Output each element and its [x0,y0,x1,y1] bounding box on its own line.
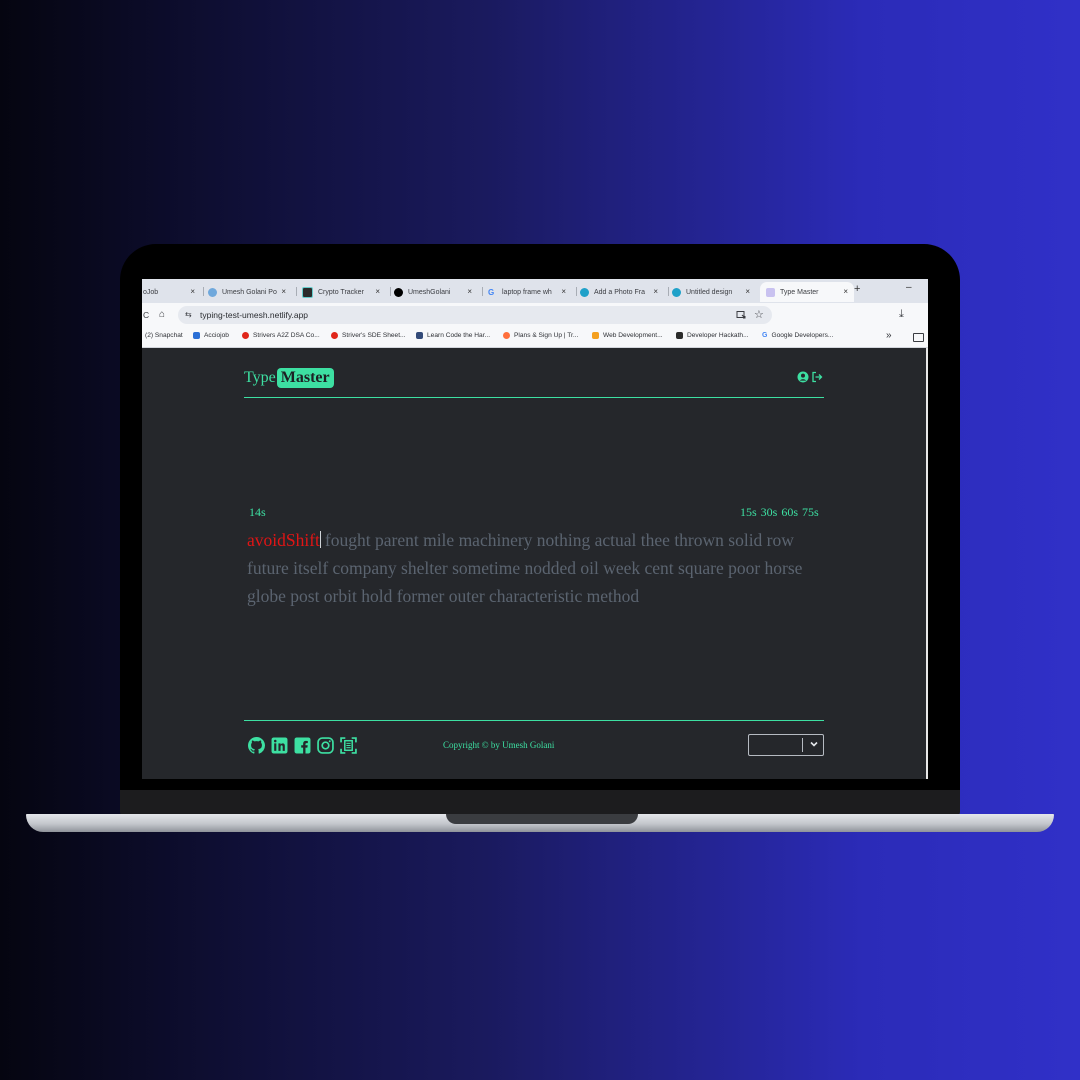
scan-icon[interactable] [340,737,357,754]
tab-separator [576,287,577,296]
google-icon: G [762,332,768,339]
time-mode-30s[interactable]: 30s [761,505,778,520]
bookmark-web-development[interactable]: Web Development... [592,332,663,339]
time-mode-selector: 15s 30s 60s 75s [740,505,819,520]
tab-strip: oJob × Umesh Golani Po × Crypto Tracker … [142,279,928,303]
user-icon [208,287,217,297]
home-icon[interactable]: ⌂ [159,309,165,320]
address-bar-row: C ⌂ ⇆ typing-test-umesh.netlify.app ☆ ⤓ [142,303,928,342]
url-text[interactable]: typing-test-umesh.netlify.app [200,310,308,320]
bookmarks-bar: (2) Snapchat Acciojob Strivers A2Z DSA C… [142,327,928,348]
google-icon: G [488,287,495,297]
bookmark-developer-hackathon[interactable]: Developer Hackath... [676,332,749,339]
tab-google-search[interactable]: G laptop frame wh × [488,282,572,302]
canva-icon [672,287,681,297]
striver-icon [242,332,249,339]
tab-separator [296,287,297,296]
close-tab-icon[interactable]: × [467,287,472,296]
tab-separator [482,287,483,296]
striver-icon [331,332,338,339]
user-account-icon[interactable] [797,371,809,383]
download-icon[interactable]: ⤓ [899,308,904,321]
close-tab-icon[interactable]: × [653,287,658,296]
current-word: avoidShift [247,530,320,550]
bookmark-strivers-a2z[interactable]: Strivers A2Z DSA Co... [242,332,320,339]
react-icon [302,286,313,298]
site-settings-icon[interactable]: ⇆ [185,310,192,319]
all-bookmarks-folder-icon[interactable] [913,333,924,342]
bookmark-acciojob[interactable]: Acciojob [193,332,229,339]
time-mode-75s[interactable]: 75s [802,505,819,520]
app-logo[interactable]: Type Master [244,368,334,388]
tab-crypto-tracker[interactable]: Crypto Tracker × [302,282,386,302]
tab-type-master[interactable]: Type Master × [760,282,854,302]
reload-icon[interactable]: C [143,310,149,320]
install-app-icon[interactable] [736,310,746,320]
more-bookmarks-button[interactable]: » [886,330,892,341]
tab-github-umeshgolani[interactable]: UmeshGolani × [394,282,478,302]
close-tab-icon[interactable]: × [190,287,195,296]
tab-canva-untitled[interactable]: Untitled design × [672,282,756,302]
copyright-text: Copyright © by Umesh Golani [443,740,555,750]
footer-divider [244,720,824,721]
tab-separator [390,287,391,296]
web-dev-icon [592,332,599,339]
bookmark-star-icon[interactable]: ☆ [754,308,764,321]
minimize-button[interactable]: – [906,282,912,293]
book-icon [416,332,423,339]
typing-text-area[interactable]: avoidShift fought parent mile machinery n… [247,526,821,610]
canva-icon [580,287,589,297]
tab-ojob[interactable]: oJob × [142,282,201,302]
close-tab-icon[interactable]: × [561,287,566,296]
time-mode-15s[interactable]: 15s [740,505,757,520]
typing-caret [319,531,321,548]
bookmark-google-developers[interactable]: G Google Developers... [762,332,833,339]
new-tab-button[interactable]: + [854,283,860,295]
bookmark-learn-code-the-hard-way[interactable]: Learn Code the Har... [416,332,490,339]
keyboard-icon [766,287,775,297]
theme-select[interactable] [748,734,824,756]
laptop-screen: oJob × Umesh Golani Po × Crypto Tracker … [142,279,928,779]
select-divider [802,738,803,752]
tab-canva-photo-frame[interactable]: Add a Photo Fra × [580,282,664,302]
countdown-timer: 14s [249,505,266,519]
bookmark-strivers-sde-sheet[interactable]: Striver's SDE Sheet... [331,332,406,339]
github-icon[interactable] [248,737,265,754]
tab-separator [203,287,204,296]
type-master-page: Type Master 14s 15s 30s 60s 75s avoidShi… [142,348,928,779]
laptop-notch [446,814,638,824]
account-actions [797,371,823,383]
bookmark-snapchat[interactable]: (2) Snapchat [145,332,183,339]
facebook-icon[interactable] [294,737,311,754]
chevron-down-icon[interactable] [807,737,821,751]
close-tab-icon[interactable]: × [745,287,750,296]
tab-umesh-golani-portfolio[interactable]: Umesh Golani Po × [208,282,292,302]
close-tab-icon[interactable]: × [843,287,848,296]
tab-separator [668,287,669,296]
close-tab-icon[interactable]: × [375,287,380,296]
github-icon [394,287,403,297]
acciojob-icon [193,332,200,339]
header-divider [244,397,824,398]
instagram-icon[interactable] [317,737,334,754]
hackathon-icon [676,332,683,339]
time-mode-60s[interactable]: 60s [781,505,798,520]
laptop-hinge [120,790,960,816]
close-tab-icon[interactable]: × [281,287,286,296]
social-links [248,737,357,754]
logout-icon[interactable] [811,371,823,383]
remaining-words: fought parent mile machinery nothing act… [247,530,803,606]
bookmark-plans-signup[interactable]: Plans & Sign Up | Tr... [503,332,578,339]
linkedin-icon[interactable] [271,737,288,754]
plans-icon [503,332,510,339]
